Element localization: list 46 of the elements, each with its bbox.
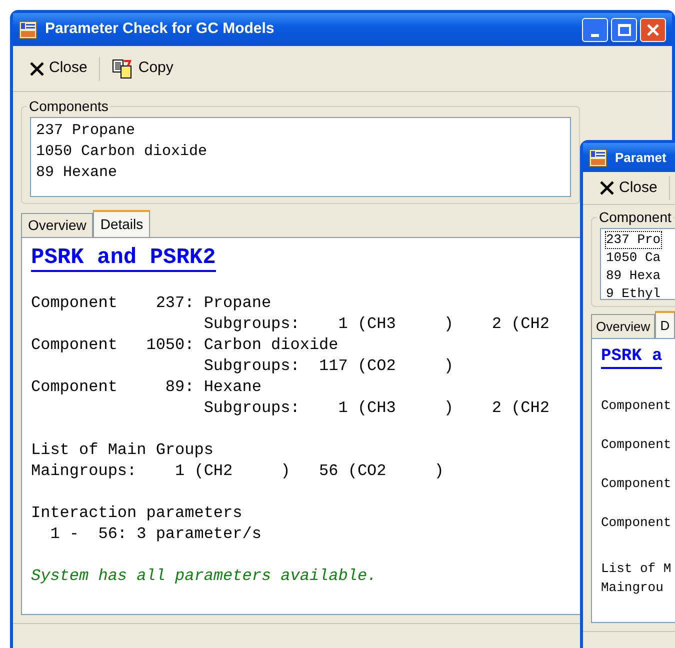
report-line: Component (601, 397, 672, 416)
close-icon (599, 180, 615, 196)
report-line: Component (601, 436, 672, 454)
report-line: Maingrou (601, 579, 664, 598)
report-line: Subgroups: 117 (CO2 ) (202, 356, 454, 377)
report-heading: PSRK a (601, 347, 662, 370)
maximize-button[interactable] (611, 18, 637, 42)
list-item[interactable]: 237 Pro (605, 231, 662, 250)
toolbar-button[interactable]: Copy (108, 57, 178, 80)
list-item[interactable]: 237 Propane (35, 120, 136, 141)
report-line: Component (601, 514, 672, 532)
app-icon (19, 20, 37, 38)
app-icon (589, 148, 607, 167)
list-item[interactable]: 1050 Ca (605, 249, 662, 268)
list-item[interactable]: 89 Hexa (605, 267, 662, 286)
minimize-button[interactable] (582, 18, 608, 42)
report-line: Subgroups: 1 (CH3 ) 2 (CH2 (202, 398, 550, 419)
report-line: List of Main Groups (31, 440, 214, 461)
toolbar-button[interactable]: Close (595, 176, 662, 200)
status-message: System has all parameters available. (31, 566, 377, 587)
report-heading: PSRK and PSRK2 (31, 246, 216, 272)
tab[interactable]: Overview (591, 314, 656, 338)
tab[interactable]: D (655, 311, 675, 338)
report-line: Subgroups: 1 (CH3 ) 2 (CH2 (202, 314, 550, 335)
components-list[interactable]: 237 Pro 1050 Ca 89 Hexa 9 Ethyl (600, 228, 675, 300)
report-line: Component 237: Propane (31, 293, 272, 314)
list-item[interactable]: 9 Ethyl (605, 285, 662, 304)
toolbar-button[interactable]: Close (25, 57, 92, 80)
report-line: Component 1050: Carbon dioxide (31, 335, 338, 356)
list-item[interactable]: 1050 Carbon dioxide (35, 141, 208, 162)
report-line: Interaction parameters (31, 503, 242, 524)
close-button[interactable] (640, 18, 666, 42)
tab[interactable]: Details (93, 210, 150, 237)
report-line: Component 89: Hexane (31, 377, 262, 398)
window-title: Paramet (615, 148, 666, 167)
close-icon (29, 60, 45, 76)
tab[interactable]: Overview (21, 213, 94, 237)
components-list[interactable]: 237 Propane 1050 Carbon dioxide 89 Hexane (30, 117, 571, 197)
report-line: 1 - 56: 3 parameter/s (49, 524, 262, 545)
window-title: Parameter Check for GC Models (45, 19, 274, 40)
report-line: List of M (601, 560, 672, 578)
report-line: Maingroups: 1 (CH2 ) 56 (CO2 ) (31, 461, 444, 482)
close-icon (646, 22, 660, 36)
list-item[interactable]: 89 Hexane (35, 162, 118, 183)
report-line: Component (601, 475, 672, 494)
documents-icon (112, 58, 134, 78)
